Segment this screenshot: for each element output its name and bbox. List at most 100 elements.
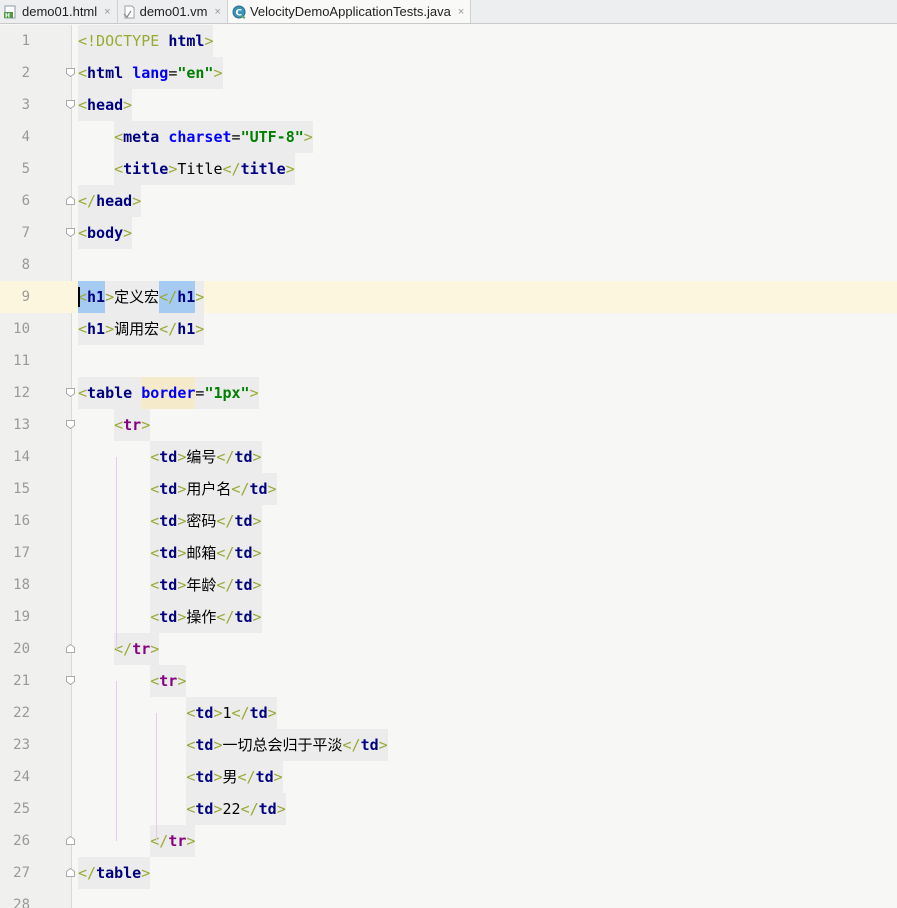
tab-velocity-demo-tests[interactable]: C VelocityDemoApplicationTests.java ×: [227, 0, 472, 23]
tab-demo01-vm[interactable]: demo01.vm ×: [118, 0, 228, 23]
code-line[interactable]: 5 < title > Title </title >: [0, 153, 897, 185]
code-line[interactable]: 23 < td > 一切总会归于平淡 </td >: [0, 729, 897, 761]
code-line[interactable]: 27 </table >: [0, 857, 897, 889]
code-token: </: [231, 473, 250, 505]
code-line[interactable]: 19 < td > 操作 </td >: [0, 601, 897, 633]
code-token: h1: [177, 313, 196, 345]
code-text: < h1 > 调用宏 </h1 >: [78, 313, 205, 345]
code-line[interactable]: 22 < td >1 </td >: [0, 697, 897, 729]
line-number: 15: [13, 481, 30, 497]
code-token: td: [255, 761, 274, 793]
code-line[interactable]: 8: [0, 249, 897, 281]
code-token: >: [105, 313, 115, 345]
fold-close-icon[interactable]: [66, 196, 75, 205]
code-token: >: [132, 185, 142, 217]
code-line[interactable]: 2 < html lang = "en" >: [0, 57, 897, 89]
code-line[interactable]: 28: [0, 889, 897, 908]
fold-open-icon[interactable]: [66, 388, 75, 397]
code-token: >: [267, 473, 277, 505]
close-icon[interactable]: ×: [104, 6, 110, 18]
code-token: >: [213, 761, 223, 793]
fold-close-icon[interactable]: [66, 644, 75, 653]
code-token: lang: [132, 57, 169, 89]
code-text: < !DOCTYPE html >: [78, 25, 214, 57]
fold-open-icon[interactable]: [66, 228, 75, 237]
fold-open-icon[interactable]: [66, 100, 75, 109]
code-line[interactable]: 16 < td > 密码 </td >: [0, 505, 897, 537]
fold-open-icon[interactable]: [66, 676, 75, 685]
code-line[interactable]: 11: [0, 345, 897, 377]
code-text: </table >: [78, 857, 151, 889]
code-token: td: [195, 761, 214, 793]
code-line[interactable]: 13 < tr >: [0, 409, 897, 441]
code-token: <: [150, 665, 160, 697]
code-line[interactable]: 18 < td > 年龄 </td >: [0, 569, 897, 601]
code-token: td: [234, 601, 253, 633]
code-token: >: [213, 697, 223, 729]
code-token: >: [303, 121, 313, 153]
code-line[interactable]: 6 </head >: [0, 185, 897, 217]
code-line[interactable]: 20 </tr >: [0, 633, 897, 665]
code-token: >: [141, 409, 151, 441]
code-token: </: [237, 761, 256, 793]
code-token: table: [96, 857, 142, 889]
tab-label: demo01.vm: [139, 4, 208, 19]
code-token: <: [114, 409, 124, 441]
fold-open-icon[interactable]: [66, 420, 75, 429]
code-line[interactable]: 21 < tr >: [0, 665, 897, 697]
line-number: 14: [13, 449, 30, 465]
code-line[interactable]: 3 < head >: [0, 89, 897, 121]
code-token: <: [78, 377, 88, 409]
code-token: >: [273, 761, 283, 793]
code-token: <: [78, 89, 88, 121]
code-line[interactable]: 24 < td > 男 </td >: [0, 761, 897, 793]
code-token: >: [378, 729, 388, 761]
code-line[interactable]: 1 < !DOCTYPE html >: [0, 25, 897, 57]
code-line[interactable]: 25 < td >22 </td >: [0, 793, 897, 825]
code-token: "en": [177, 57, 214, 89]
code-token: >: [177, 665, 187, 697]
code-text: < td > 密码 </td >: [78, 505, 262, 537]
fold-close-icon[interactable]: [66, 836, 75, 845]
code-line[interactable]: 15 < td > 用户名 </td >: [0, 473, 897, 505]
code-line[interactable]: 9 < h1 > 定义宏 </h1 >: [0, 281, 897, 313]
code-text: </tr >: [78, 633, 160, 665]
code-line[interactable]: 12 < table border = "1px" >: [0, 377, 897, 409]
code-text: < td > 男 </td >: [78, 761, 283, 793]
code-token: head: [96, 185, 133, 217]
code-text: < td >1 </td >: [78, 697, 277, 729]
code-text: < td > 编号 </td >: [78, 441, 262, 473]
code-token: >: [105, 281, 115, 313]
fold-close-icon[interactable]: [66, 868, 75, 877]
code-token: >: [252, 537, 262, 569]
code-line[interactable]: 17 < td > 邮箱 </td >: [0, 537, 897, 569]
html-file-icon: H: [4, 5, 18, 19]
code-token: [123, 57, 133, 89]
code-token: >: [252, 505, 262, 537]
close-icon[interactable]: ×: [215, 6, 221, 18]
code-token: charset: [168, 121, 232, 153]
code-token: >: [249, 377, 259, 409]
line-number: 25: [13, 801, 30, 817]
tab-demo01-html[interactable]: H demo01.html ×: [0, 0, 118, 23]
fold-open-icon[interactable]: [66, 68, 75, 77]
code-token: 密码: [186, 505, 217, 537]
line-number: 1: [21, 33, 30, 49]
code-token: 1: [222, 697, 232, 729]
code-token: td: [159, 473, 178, 505]
text-caret: [78, 287, 80, 307]
code-token: >: [168, 153, 178, 185]
code-text: < tr >: [78, 665, 187, 697]
code-token: <: [186, 761, 196, 793]
code-editor[interactable]: 1 < !DOCTYPE html >2 < html lang = "en" >3 < head >…: [0, 25, 897, 908]
line-number: 28: [13, 897, 30, 908]
code-line[interactable]: 10 < h1 > 调用宏 </h1 >: [0, 313, 897, 345]
code-line[interactable]: 26 </tr >: [0, 825, 897, 857]
code-token: =: [231, 121, 241, 153]
code-line[interactable]: 14 < td > 编号 </td >: [0, 441, 897, 473]
close-icon[interactable]: ×: [458, 6, 464, 18]
code-line[interactable]: 4 < meta charset = "UTF-8" >: [0, 121, 897, 153]
code-line[interactable]: 7 < body >: [0, 217, 897, 249]
